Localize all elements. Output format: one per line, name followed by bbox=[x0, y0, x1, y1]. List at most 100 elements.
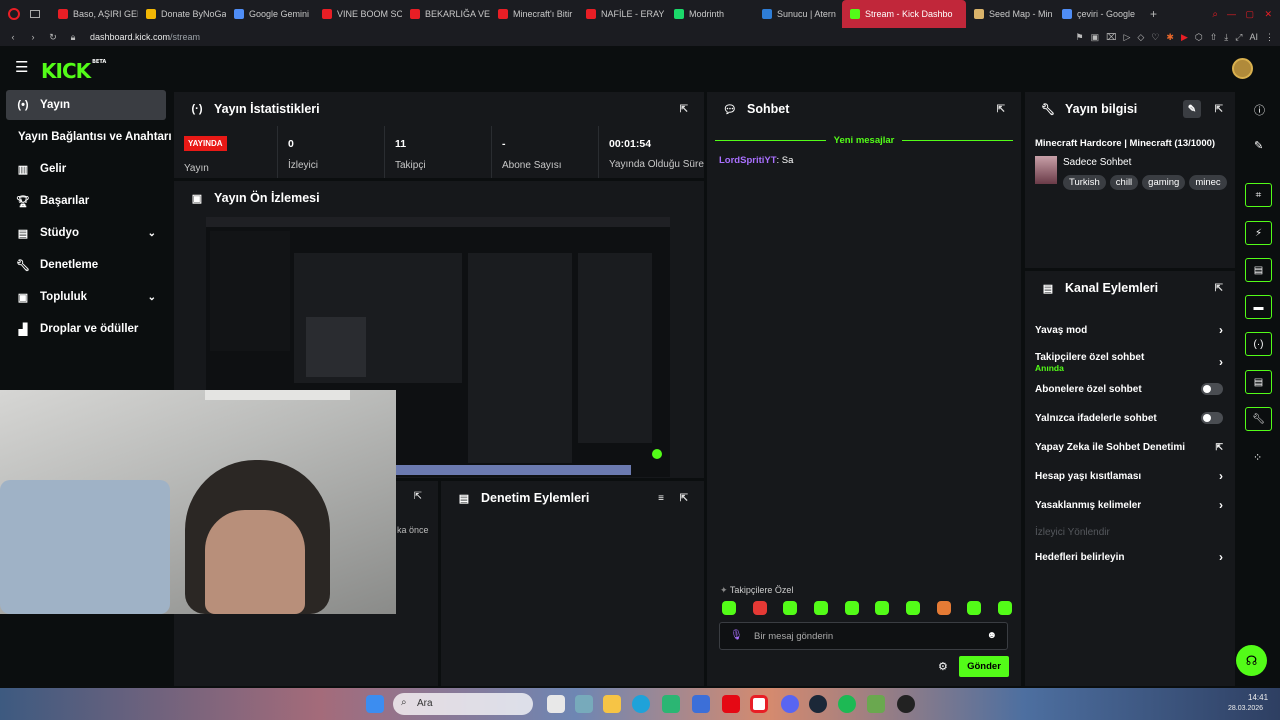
wallet-icon[interactable]: ⌧ bbox=[1106, 32, 1116, 43]
app-icon[interactable] bbox=[692, 695, 710, 713]
browser-tab[interactable]: BEKARLIĞA VE bbox=[402, 0, 490, 28]
chevron-right-icon[interactable]: › bbox=[1219, 498, 1223, 512]
popout-icon[interactable]: ⇱ bbox=[997, 104, 1005, 115]
emoji-icon[interactable]: ☻ bbox=[986, 630, 997, 641]
stream-tag[interactable]: gaming bbox=[1142, 175, 1186, 190]
user-avatar[interactable] bbox=[1232, 58, 1253, 79]
emote-icon[interactable] bbox=[967, 601, 982, 615]
spotify-icon[interactable] bbox=[838, 695, 856, 713]
emote-icon[interactable] bbox=[722, 601, 736, 615]
rail-screenshot-icon[interactable]: ⌗ bbox=[1245, 183, 1272, 207]
sidebar-item[interactable]: (•) Yayın bbox=[6, 90, 166, 120]
rail-chat-icon[interactable]: ▬ bbox=[1245, 295, 1272, 319]
steam-icon[interactable] bbox=[809, 695, 827, 713]
puzzle-icon[interactable]: ⬡ bbox=[1195, 32, 1203, 43]
sidebar-item[interactable]: 🏆︎ Başarılar bbox=[6, 186, 166, 216]
edge-icon[interactable] bbox=[632, 695, 650, 713]
maximize-icon[interactable]: ▢ bbox=[1245, 9, 1254, 20]
popout-icon[interactable]: ⇱ bbox=[1215, 104, 1223, 115]
share-icon[interactable]: ⇧ bbox=[1210, 32, 1218, 43]
search-tabs-icon[interactable]: ⌕ bbox=[1212, 9, 1218, 20]
netflix-icon[interactable] bbox=[722, 695, 740, 713]
browser-tab[interactable]: Seed Map - Min bbox=[966, 0, 1054, 28]
back-icon[interactable]: ‹ bbox=[6, 32, 20, 42]
aria-ai-button[interactable]: AI bbox=[1249, 32, 1258, 43]
browser-tab[interactable]: Stream - Kick Dashbo bbox=[842, 0, 966, 28]
workspaces-icon[interactable] bbox=[30, 10, 40, 18]
file-explorer-icon[interactable] bbox=[603, 695, 621, 713]
extension-icon[interactable]: ✱ bbox=[1166, 32, 1174, 43]
send-button[interactable]: Gönder bbox=[959, 656, 1009, 677]
rail-broadcast-icon[interactable]: (·) bbox=[1245, 332, 1272, 356]
toggle-switch[interactable] bbox=[1201, 383, 1223, 395]
heart-icon[interactable]: ♡ bbox=[1151, 32, 1159, 43]
opera-taskbar-icon[interactable] bbox=[750, 695, 768, 713]
toggle-switch[interactable] bbox=[1201, 412, 1223, 424]
clock-time[interactable]: 14:41 bbox=[1248, 693, 1268, 702]
stream-tag[interactable]: minec bbox=[1189, 175, 1227, 190]
sidebar-item[interactable]: Yayın Bağlantısı ve Anahtarı bbox=[6, 122, 172, 152]
sidebar-item[interactable]: ▣ Topluluk ⌄ bbox=[6, 282, 166, 312]
url-field[interactable]: dashboard.kick.com/stream bbox=[90, 32, 200, 42]
popout-icon[interactable]: ⇱ bbox=[680, 104, 688, 115]
clock-date[interactable]: 28.03.2026 bbox=[1228, 705, 1263, 712]
browser-tab[interactable]: Modrinth bbox=[666, 0, 754, 28]
browser-tab[interactable]: Google Gemini bbox=[226, 0, 314, 28]
widgets-icon[interactable] bbox=[575, 695, 593, 713]
stream-tag[interactable]: Turkish bbox=[1063, 175, 1106, 190]
task-view-icon[interactable] bbox=[547, 695, 565, 713]
sidebar-item[interactable]: 🔧︎ Denetleme bbox=[6, 250, 166, 280]
play-icon[interactable]: ▷ bbox=[1124, 32, 1131, 43]
minecraft-icon[interactable] bbox=[867, 695, 885, 713]
emote-icon[interactable] bbox=[875, 601, 890, 615]
channel-action-row[interactable]: Takipçilere özel sohbet Anında › bbox=[1035, 349, 1223, 375]
emote-icon[interactable] bbox=[905, 601, 920, 615]
browser-tab[interactable]: Baso, AŞIRI GER bbox=[50, 0, 138, 28]
browser-tab[interactable]: Minecraft'ı Bitir bbox=[490, 0, 578, 28]
channel-action-row[interactable]: Yavaş mod › bbox=[1035, 323, 1223, 337]
chat-settings-icon[interactable]: ⚙ bbox=[938, 660, 948, 673]
emote-icon[interactable] bbox=[813, 601, 828, 615]
channel-action-row[interactable]: Abonelere özel sohbet bbox=[1035, 382, 1223, 396]
pencil-icon[interactable]: ✎ bbox=[1254, 139, 1263, 152]
sidebar-item[interactable]: ▥ Gelir bbox=[6, 154, 166, 184]
download-icon[interactable]: ⤓ bbox=[1224, 32, 1228, 43]
sidebar-item[interactable]: ▟ Droplar ve ödüller bbox=[6, 314, 166, 344]
support-headset-icon[interactable]: ☊ bbox=[1236, 645, 1267, 676]
rail-channel-icon[interactable]: ▤ bbox=[1245, 370, 1272, 394]
emote-icon[interactable] bbox=[752, 601, 767, 615]
channel-action-row[interactable]: Hedefleri belirleyin › bbox=[1035, 550, 1223, 564]
emote-icon[interactable] bbox=[844, 601, 859, 615]
external-link-icon[interactable]: ⇱ bbox=[1215, 442, 1223, 453]
rail-notes-icon[interactable]: ▤ bbox=[1245, 258, 1272, 282]
emote-icon[interactable] bbox=[997, 601, 1012, 615]
mic-icon[interactable]: 🎙︎ bbox=[730, 630, 743, 641]
windows-start-icon[interactable] bbox=[366, 695, 384, 713]
media-icon[interactable]: ▶ bbox=[1181, 32, 1188, 43]
fullscreen-icon[interactable]: ⤢ bbox=[1235, 32, 1242, 43]
stream-tag[interactable]: chill bbox=[1109, 175, 1139, 190]
filter-icon[interactable]: ≡ bbox=[658, 493, 664, 504]
channel-action-row[interactable]: Yapay Zeka ile Sohbet Denetimi ⇱ bbox=[1035, 440, 1223, 454]
emote-icon[interactable] bbox=[783, 601, 798, 615]
chevron-right-icon[interactable]: › bbox=[1219, 550, 1223, 564]
hamburger-menu-icon[interactable]: ☰ bbox=[15, 58, 28, 76]
discord-icon[interactable] bbox=[781, 695, 799, 713]
channel-action-row[interactable]: Yasaklanmış kelimeler › bbox=[1035, 498, 1223, 512]
snapshot-icon[interactable]: ▣ bbox=[1091, 32, 1100, 43]
chat-username[interactable]: LordSpritiYT bbox=[719, 155, 777, 166]
channel-action-row[interactable]: Yalnızca ifadelerle sohbet bbox=[1035, 411, 1223, 425]
popout-icon[interactable]: ⇱ bbox=[414, 491, 422, 502]
obs-icon[interactable] bbox=[897, 695, 915, 713]
rail-lightning-icon[interactable]: ⚡︎ bbox=[1245, 221, 1272, 245]
edit-icon[interactable]: ✎ bbox=[1183, 100, 1201, 118]
bookmark-icon[interactable]: ⚑ bbox=[1076, 32, 1084, 43]
browser-tab[interactable]: Donate ByNoGa bbox=[138, 0, 226, 28]
taskbar-search[interactable]: ⌕ Ara bbox=[393, 693, 533, 715]
popout-icon[interactable]: ⇱ bbox=[680, 493, 688, 504]
sidebar-item[interactable]: ▤ Stüdyo ⌄ bbox=[6, 218, 166, 248]
browser-tab[interactable]: NAFİLE - ERAY bbox=[578, 0, 666, 28]
reload-icon[interactable]: ↻ bbox=[46, 32, 60, 43]
info-icon[interactable]: ⓘ bbox=[1254, 102, 1265, 118]
channel-action-row[interactable]: Hesap yaşı kısıtlaması › bbox=[1035, 469, 1223, 483]
